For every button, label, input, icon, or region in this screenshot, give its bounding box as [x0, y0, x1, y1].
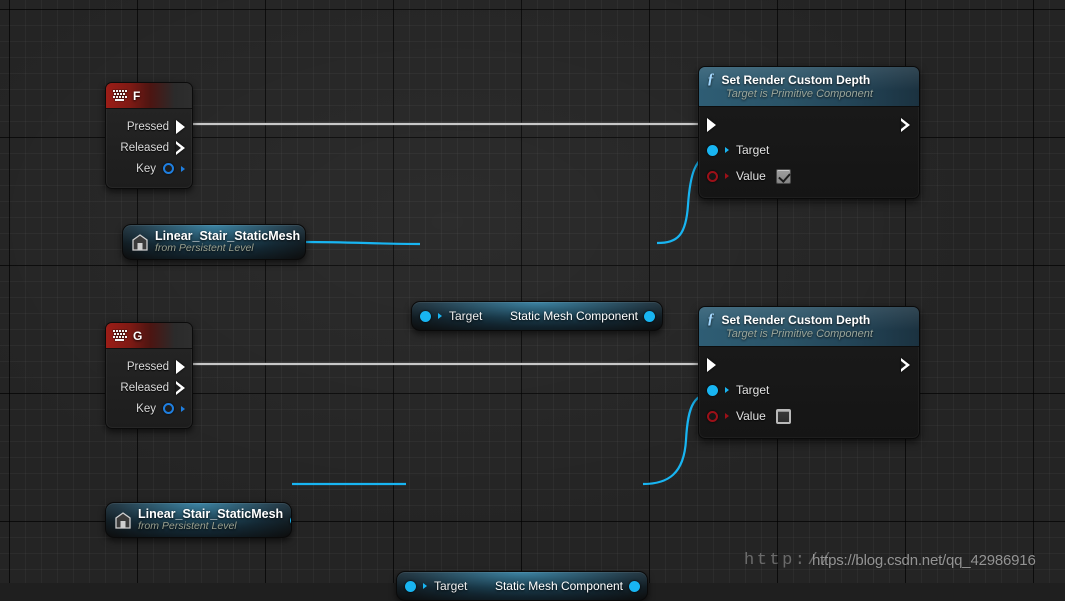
component-getter-2-output-label: Static Mesh Component: [494, 579, 623, 593]
actor-reference-node-2[interactable]: Linear_Stair_StaticMesh from Persistent …: [105, 502, 292, 538]
function-node-2-header: ƒ Set Render Custom Depth Target is Prim…: [699, 307, 919, 347]
function-node-set-render-custom-depth-1[interactable]: ƒ Set Render Custom Depth Target is Prim…: [698, 66, 920, 199]
value-checkbox[interactable]: [775, 168, 791, 184]
function-icon: ƒ: [707, 71, 715, 87]
function-node-set-render-custom-depth-2[interactable]: ƒ Set Render Custom Depth Target is Prim…: [698, 306, 920, 439]
function-node-1-subtitle: Target is Primitive Component: [726, 88, 873, 100]
pin-label-target: Target: [736, 143, 770, 157]
function-icon: ƒ: [707, 311, 715, 327]
pin-direction-arrow-icon: [725, 387, 729, 393]
function-node-1-exec-row: [699, 113, 919, 137]
actor-icon: [115, 511, 131, 529]
component-getter-node-1[interactable]: Target Static Mesh Component: [411, 301, 663, 331]
event-node-g[interactable]: G Pressed Released Key: [105, 322, 193, 429]
pin-label-pressed: Pressed: [126, 360, 169, 373]
event-g-pin-pressed[interactable]: Pressed: [106, 356, 192, 377]
event-g-pin-released[interactable]: Released: [106, 377, 192, 398]
component-getter-1-input[interactable]: Target: [420, 309, 482, 323]
object-pin-target-icon[interactable]: [405, 580, 416, 592]
exec-pin-released-icon[interactable]: [176, 380, 185, 395]
struct-pin-key-icon[interactable]: [163, 163, 174, 174]
actor-reference-2-subtitle: from Persistent Level: [138, 520, 237, 533]
pin-direction-arrow-icon: [725, 173, 729, 179]
pin-direction-arrow-icon: [725, 147, 729, 153]
actor-reference-1-subtitle: from Persistent Level: [155, 242, 254, 255]
component-getter-2-input[interactable]: Target: [405, 579, 467, 593]
blueprint-graph-canvas[interactable]: F Pressed Released Key G Pressed Release…: [0, 0, 1065, 601]
object-wire-actor1-to-getter1: [305, 240, 421, 246]
event-g-body: Pressed Released Key: [106, 349, 192, 428]
pin-direction-arrow-icon: [181, 165, 185, 172]
keyboard-icon: [113, 329, 128, 342]
component-getter-1-output-label: Static Mesh Component: [509, 309, 638, 323]
exec-pin-released-icon[interactable]: [176, 140, 185, 155]
exec-pin-in-icon[interactable]: [707, 358, 716, 372]
pin-direction-arrow-icon: [725, 413, 729, 419]
object-pin-out-icon[interactable]: [644, 310, 655, 322]
object-pin-out-icon[interactable]: [629, 580, 640, 592]
function-node-2-pin-value[interactable]: Value: [699, 403, 919, 429]
object-pin-target-icon[interactable]: [420, 310, 431, 322]
function-node-1-body: Target Value: [699, 107, 919, 198]
pin-label-key: Key: [136, 162, 156, 175]
event-node-f[interactable]: F Pressed Released Key: [105, 82, 193, 189]
event-g-header: G: [106, 323, 192, 349]
actor-reference-node-1[interactable]: Linear_Stair_StaticMesh from Persistent …: [122, 224, 306, 260]
function-node-1-pin-target[interactable]: Target: [699, 137, 919, 163]
function-node-2-exec-row: [699, 353, 919, 377]
object-pin-out-icon[interactable]: [290, 514, 291, 526]
struct-pin-key-icon[interactable]: [163, 403, 174, 414]
exec-pin-out-icon[interactable]: [901, 118, 910, 132]
pin-label-target: Target: [434, 579, 468, 593]
exec-pin-pressed-icon[interactable]: [176, 119, 185, 134]
actor-reference-2-text: Linear_Stair_StaticMesh from Persistent …: [138, 507, 283, 533]
function-node-2-pin-target[interactable]: Target: [699, 377, 919, 403]
pin-direction-arrow-icon: [181, 405, 185, 412]
event-f-header: F: [106, 83, 192, 109]
pin-label-released: Released: [120, 141, 169, 154]
component-getter-node-2[interactable]: Target Static Mesh Component: [396, 571, 648, 601]
pin-label-key: Key: [136, 402, 156, 415]
component-getter-2-output[interactable]: Static Mesh Component: [495, 579, 640, 593]
function-node-1-title: Set Render Custom Depth: [721, 72, 871, 87]
function-node-2-subtitle: Target is Primitive Component: [726, 328, 873, 340]
boolean-pin-value-icon[interactable]: [707, 410, 718, 422]
http-watermark: http://: [744, 551, 833, 570]
event-g-pin-key[interactable]: Key: [106, 398, 192, 419]
object-pin-target-icon[interactable]: [707, 384, 718, 396]
event-f-body: Pressed Released Key: [106, 109, 192, 188]
pin-label-value: Value: [736, 169, 766, 183]
pin-direction-arrow-icon: [438, 313, 442, 319]
pin-label-target: Target: [449, 309, 483, 323]
actor-icon: [132, 233, 148, 251]
event-f-pin-released[interactable]: Released: [106, 137, 192, 158]
function-node-1-header: ƒ Set Render Custom Depth Target is Prim…: [699, 67, 919, 107]
csdn-blog-watermark: https://blog.csdn.net/qq_42986916: [812, 552, 1036, 569]
pin-label-value: Value: [736, 409, 766, 423]
function-node-2-body: Target Value: [699, 347, 919, 438]
function-node-1-pin-value[interactable]: Value: [699, 163, 919, 189]
pin-label-target: Target: [736, 383, 770, 397]
keyboard-icon: [113, 89, 128, 102]
pin-label-released: Released: [120, 381, 169, 394]
exec-pin-out-icon[interactable]: [901, 358, 910, 372]
value-checkbox[interactable]: [775, 408, 791, 424]
object-pin-target-icon[interactable]: [707, 144, 718, 156]
exec-pin-in-icon[interactable]: [707, 118, 716, 132]
boolean-pin-value-icon[interactable]: [707, 170, 718, 182]
event-f-pin-pressed[interactable]: Pressed: [106, 116, 192, 137]
exec-pin-pressed-icon[interactable]: [176, 359, 185, 374]
pin-label-pressed: Pressed: [126, 120, 169, 133]
event-f-pin-key[interactable]: Key: [106, 158, 192, 179]
event-g-title: G: [133, 328, 143, 343]
function-node-2-title: Set Render Custom Depth: [721, 312, 871, 327]
pin-direction-arrow-icon: [423, 583, 427, 589]
actor-reference-1-text: Linear_Stair_StaticMesh from Persistent …: [155, 229, 300, 255]
event-f-title: F: [133, 88, 141, 103]
component-getter-1-output[interactable]: Static Mesh Component: [510, 309, 655, 323]
